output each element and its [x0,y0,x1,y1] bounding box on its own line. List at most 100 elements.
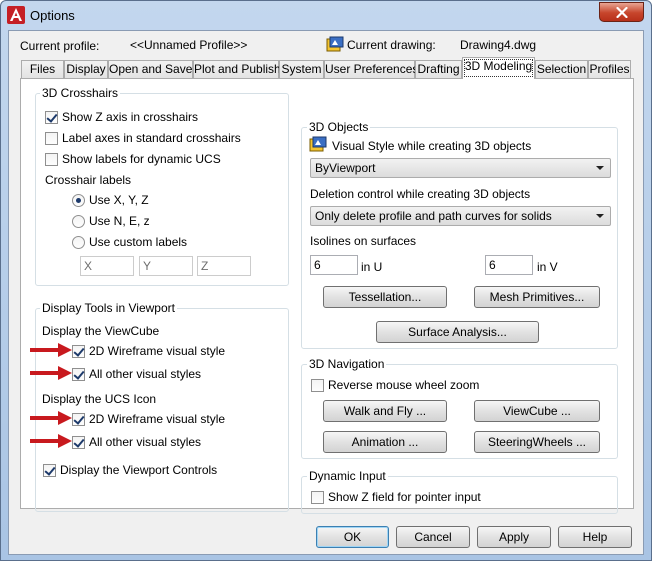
radio-use-xyz-label: Use X, Y, Z [89,193,149,207]
options-window: Options Current profile: <<Unnamed Profi… [0,0,652,561]
custom-z-field[interactable]: Z [197,256,251,276]
apply-button[interactable]: Apply [477,526,551,548]
help-button[interactable]: Help [558,526,632,548]
radio-use-nez-button[interactable] [72,214,85,228]
dynamic-ucs-check[interactable] [45,152,58,166]
tab-profiles[interactable]: Profiles [588,60,631,78]
ucs-other-styles-label: All other visual styles [89,435,202,449]
radio-use-custom[interactable]: Use custom labels [72,235,187,249]
isolines-u-field[interactable]: 6 [310,255,358,275]
show-z-axis-checkbox[interactable]: Show Z axis in crosshairs [45,110,198,124]
group-3d-navigation-title: 3D Navigation [307,357,387,371]
tab-selection[interactable]: Selection [535,60,588,78]
viewcube-other-styles-checkbox[interactable]: All other visual styles [72,367,201,381]
dynamic-ucs-checkbox[interactable]: Show labels for dynamic UCS [45,152,221,166]
tab-files[interactable]: Files [21,60,64,78]
current-drawing-value: Drawing4.dwg [460,38,537,52]
viewport-controls-checkbox[interactable]: Display the Viewport Controls [43,463,217,477]
steeringwheels-button[interactable]: SteeringWheels ... [474,431,600,453]
red-arrow-icon [30,411,72,425]
show-z-axis-check[interactable] [45,110,58,124]
label-axes-checkbox[interactable]: Label axes in standard crosshairs [45,131,241,145]
tab-display[interactable]: Display [64,60,108,78]
tab-drafting[interactable]: Drafting [415,60,462,78]
tab-system[interactable]: System [279,60,324,78]
current-drawing-label: Current drawing: [347,38,436,52]
tab-3d-modeling[interactable]: 3D Modeling [462,57,535,79]
radio-use-nez-label: Use N, E, z [89,214,150,228]
visual-style-dropdown[interactable]: ByViewport [310,158,611,178]
autocad-logo-icon [7,6,25,24]
dynamic-ucs-label: Show labels for dynamic UCS [62,152,221,166]
group-dynamic-input-title: Dynamic Input [307,469,388,483]
surface-analysis-button[interactable]: Surface Analysis... [376,321,539,343]
close-icon [615,6,628,18]
ucs-other-styles-checkbox[interactable]: All other visual styles [72,435,201,449]
radio-use-xyz-button[interactable] [72,193,85,207]
show-z-axis-label: Show Z axis in crosshairs [62,110,199,124]
isolines-u-label: in U [361,260,383,274]
ucs-other-styles-check[interactable] [72,435,85,449]
reverse-wheel-label: Reverse mouse wheel zoom [328,378,480,392]
isolines-v-field[interactable]: 6 [485,255,533,275]
display-viewcube-heading: Display the ViewCube [42,324,160,338]
isolines-label: Isolines on surfaces [310,234,417,248]
deletion-control-value: Only delete profile and path curves for … [315,209,552,223]
cancel-button[interactable]: Cancel [396,526,470,548]
radio-use-custom-button[interactable] [72,235,85,249]
tessellation-button[interactable]: Tessellation... [323,286,447,308]
group-display-tools [35,308,289,512]
custom-x-field[interactable]: X [80,256,134,276]
label-axes-check[interactable] [45,131,58,145]
reverse-wheel-checkbox[interactable]: Reverse mouse wheel zoom [311,378,479,392]
display-ucs-icon-heading: Display the UCS Icon [42,392,157,406]
viewport-controls-check[interactable] [43,463,56,477]
close-button[interactable] [599,2,644,22]
current-profile-label: Current profile: [20,39,100,53]
tab-plot-and-publish[interactable]: Plot and Publish [193,60,281,78]
deletion-control-label: Deletion control while creating 3D objec… [310,187,531,201]
ucs-2d-wireframe-label: 2D Wireframe visual style [89,412,226,426]
chevron-down-icon [596,214,604,218]
ucs-2d-wireframe-check[interactable] [72,412,85,426]
tab-panel-3d-modeling: 3D Crosshairs Show Z axis in crosshairs … [20,78,634,514]
viewcube-other-styles-check[interactable] [72,367,85,381]
chevron-down-icon [596,166,604,170]
crosshair-labels-heading: Crosshair labels [45,173,132,187]
title-bar[interactable]: Options [1,1,651,31]
red-arrow-icon [30,343,72,357]
tab-open-and-save[interactable]: Open and Save [108,60,193,78]
mesh-primitives-button[interactable]: Mesh Primitives... [474,286,600,308]
ucs-2d-wireframe-checkbox[interactable]: 2D Wireframe visual style [72,412,225,426]
current-profile-value: <<Unnamed Profile>> [130,38,248,52]
custom-y-field[interactable]: Y [139,256,193,276]
show-z-field-label: Show Z field for pointer input [328,490,481,504]
group-display-tools-title: Display Tools in Viewport [40,301,177,315]
red-arrow-icon [30,366,72,380]
visual-style-icon [309,136,327,152]
tab-user-preferences[interactable]: User Preferences [324,60,418,78]
ok-button[interactable]: OK [316,526,389,548]
window-title: Options [30,8,75,23]
group-3d-objects-title: 3D Objects [307,120,371,134]
isolines-v-label: in V [537,260,558,274]
viewcube-2d-wireframe-check[interactable] [72,344,85,358]
viewcube-other-styles-label: All other visual styles [89,367,202,381]
viewcube-2d-wireframe-checkbox[interactable]: 2D Wireframe visual style [72,344,225,358]
visual-style-label: Visual Style while creating 3D objects [332,139,532,153]
radio-use-custom-label: Use custom labels [89,235,188,249]
reverse-wheel-check[interactable] [311,378,324,392]
radio-use-xyz[interactable]: Use X, Y, Z [72,193,149,207]
group-3d-crosshairs-title: 3D Crosshairs [40,86,121,100]
drawing-icon [326,36,344,52]
label-axes-label: Label axes in standard crosshairs [62,131,241,145]
animation-button[interactable]: Animation ... [323,431,447,453]
walk-and-fly-button[interactable]: Walk and Fly ... [323,400,447,422]
viewcube-button[interactable]: ViewCube ... [474,400,600,422]
dialog-client: Current profile: <<Unnamed Profile>> Cur… [8,30,644,555]
show-z-field-checkbox[interactable]: Show Z field for pointer input [311,490,481,504]
radio-use-nez[interactable]: Use N, E, z [72,214,150,228]
show-z-field-check[interactable] [311,490,324,504]
viewport-controls-label: Display the Viewport Controls [60,463,218,477]
deletion-control-dropdown[interactable]: Only delete profile and path curves for … [310,206,611,226]
